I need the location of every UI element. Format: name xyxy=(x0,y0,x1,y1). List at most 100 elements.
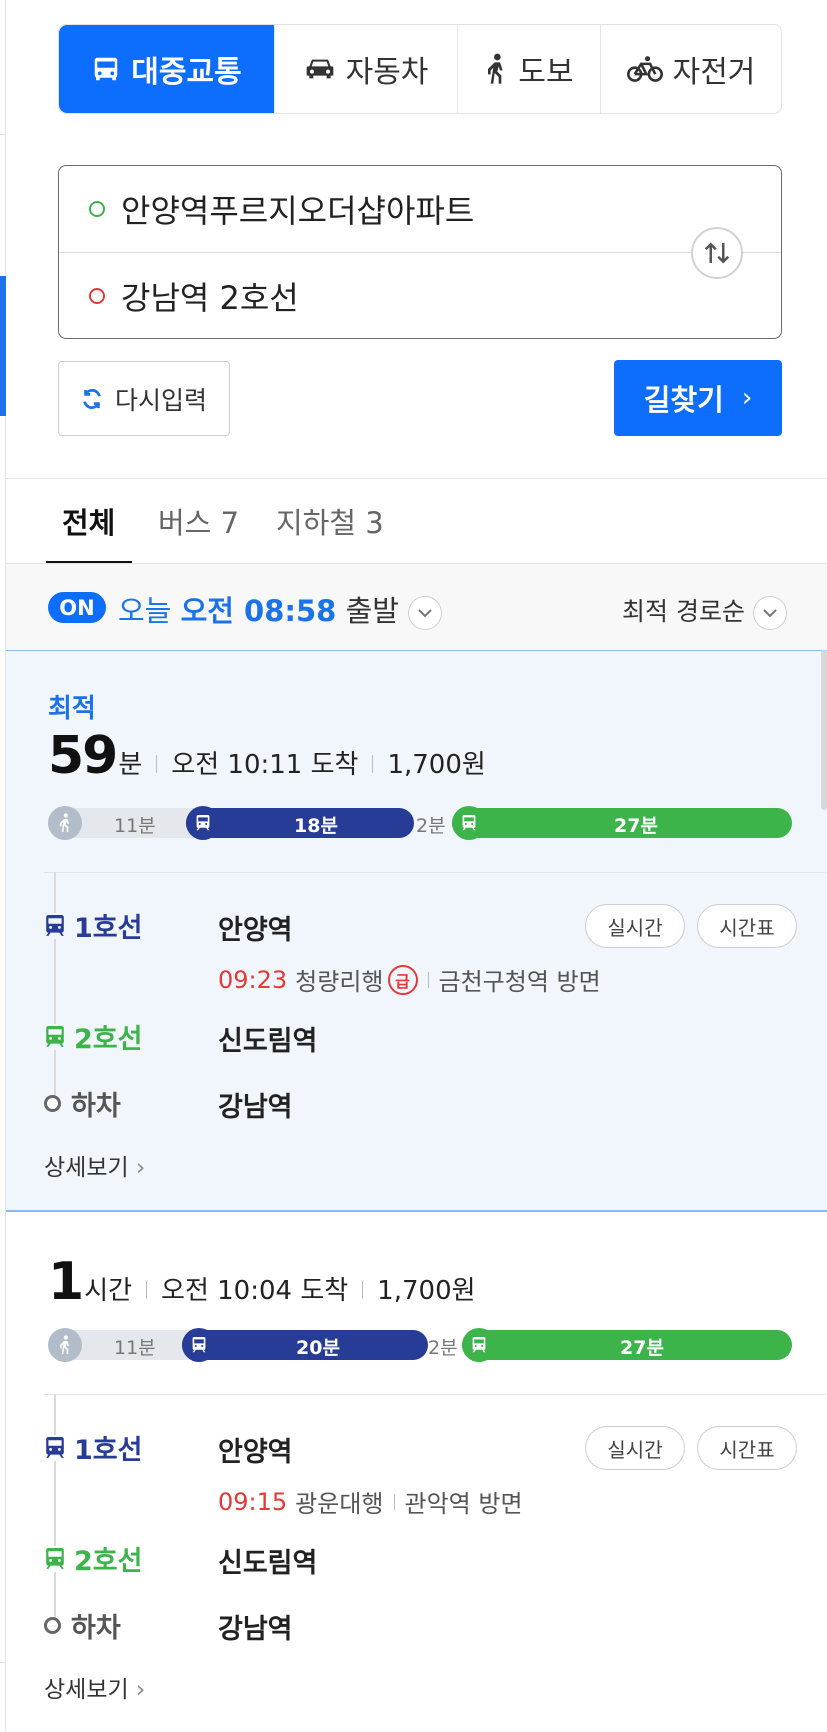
walk-icon xyxy=(48,806,82,840)
destination-text: 강남역 2호선 xyxy=(121,279,299,317)
edge-active-indicator xyxy=(0,276,6,416)
train-info: 09:23 청량리행 급 금천구청역 방면 xyxy=(218,962,601,997)
train-direction: 관악역 방면 xyxy=(404,1490,523,1518)
transport-mode-tabs: 대중교통 자동차 도보 자전거 xyxy=(58,24,782,114)
chevron-right-icon: › xyxy=(135,1677,146,1703)
line2-duration: 27분 xyxy=(620,1337,664,1359)
card-divider xyxy=(44,872,826,873)
mode-label: 도보 xyxy=(518,55,574,90)
tab-subway[interactable]: 지하철 3 xyxy=(276,500,384,542)
bike-icon xyxy=(626,56,663,82)
search-route-button[interactable]: 길찾기 › xyxy=(614,360,782,436)
swap-route-button[interactable] xyxy=(691,227,743,279)
sort-label: 최적 경로순 xyxy=(622,597,745,626)
mode-label: 대중교통 xyxy=(131,55,242,90)
line-name-text: 1호선 xyxy=(74,913,143,944)
train-destination: 청량리행 xyxy=(295,968,384,996)
on-toggle[interactable]: ON xyxy=(48,592,106,623)
walk-icon xyxy=(48,1328,82,1362)
train-info: 09:15 광운대행 관악역 방면 xyxy=(218,1484,523,1519)
card-divider xyxy=(44,1394,826,1395)
bus-icon xyxy=(95,57,118,81)
subway-icon xyxy=(452,806,486,840)
train-time: 09:15 xyxy=(218,1487,288,1516)
search-label: 길찾기 xyxy=(643,383,724,417)
mode-tab-car[interactable]: 자동차 xyxy=(275,25,458,113)
duration-number: 59 xyxy=(48,726,118,786)
departure-suffix: 출발 xyxy=(345,594,399,628)
alight-station: 강남역 xyxy=(218,1092,293,1123)
separator xyxy=(156,755,158,773)
boarding-station: 안양역 xyxy=(218,1437,293,1468)
line1-label: 1호선 xyxy=(44,1428,142,1467)
line2-label: 2호선 xyxy=(44,1017,142,1056)
walk-duration: 11분 xyxy=(114,1337,156,1359)
mode-tab-bike[interactable]: 자전거 xyxy=(601,25,781,113)
walk-icon xyxy=(488,53,504,84)
express-badge: 급 xyxy=(387,964,418,995)
mode-tab-transit[interactable]: 대중교통 xyxy=(59,25,275,113)
origin-dot-icon xyxy=(89,201,105,217)
route-timeline-bar: 11분 20분 2분 27분 xyxy=(48,1328,792,1362)
detail-text: 상세보기 xyxy=(44,1155,129,1181)
mode-tab-walk[interactable]: 도보 xyxy=(458,25,601,113)
origin-text: 안양역푸르지오더샵아파트 xyxy=(121,192,475,230)
line-name-text: 2호선 xyxy=(74,1024,143,1055)
duration-unit: 시간 xyxy=(84,1276,133,1306)
car-icon xyxy=(306,59,333,79)
subway-icon xyxy=(182,1328,216,1362)
separator xyxy=(362,1281,364,1299)
train-direction: 금천구청역 방면 xyxy=(438,968,601,996)
alight-text: 하차 xyxy=(71,1613,121,1644)
chevron-right-icon: › xyxy=(741,383,753,413)
train-time: 09:23 xyxy=(218,965,288,994)
reset-input-button[interactable]: 다시입력 xyxy=(58,361,230,436)
origin-field[interactable]: 안양역푸르지오더샵아파트 xyxy=(59,166,781,252)
subway-icon xyxy=(44,912,66,939)
fare: 1,700원 xyxy=(377,1276,476,1306)
swap-arrows-icon xyxy=(704,242,730,264)
realtime-button[interactable]: 실시간 xyxy=(585,1426,685,1470)
sort-selector[interactable]: 최적 경로순 xyxy=(622,592,787,630)
subway-icon xyxy=(186,806,220,840)
alight-circle-icon xyxy=(44,1617,61,1634)
detail-link[interactable]: 상세보기 › xyxy=(44,1148,145,1182)
transfer-station: 신도림역 xyxy=(218,1548,318,1579)
edge-divider xyxy=(0,134,6,135)
timetable-button[interactable]: 시간표 xyxy=(697,1426,797,1470)
route-summary: 1 시간 오전 10:04 도착 1,700원 xyxy=(48,1252,476,1312)
best-route-badge: 최적 xyxy=(48,694,96,724)
route-timeline-bar: 11분 18분 2분 27분 xyxy=(48,806,792,840)
train-destination: 광운대행 xyxy=(295,1490,384,1518)
line1-label: 1호선 xyxy=(44,906,142,945)
separator xyxy=(146,1281,148,1299)
subway-icon xyxy=(44,1023,66,1050)
scrollbar-thumb[interactable] xyxy=(821,650,827,810)
detail-link[interactable]: 상세보기 › xyxy=(44,1670,145,1704)
separator xyxy=(393,1493,395,1510)
destination-field[interactable]: 강남역 2호선 xyxy=(59,253,781,339)
line2-duration: 27분 xyxy=(614,815,658,837)
line1-duration: 20분 xyxy=(296,1337,340,1359)
separator xyxy=(372,755,374,773)
departure-time-selector[interactable]: 오늘 오전 08:58 출발 xyxy=(118,588,443,630)
alight-text: 하차 xyxy=(71,1091,121,1122)
duration-unit: 분 xyxy=(118,750,143,780)
route-summary: 59 분 오전 10:11 도착 1,700원 xyxy=(48,726,486,786)
timetable-button[interactable]: 시간표 xyxy=(697,904,797,948)
arrival-time: 오전 10:04 도착 xyxy=(161,1276,349,1306)
alight-circle-icon xyxy=(44,1095,61,1112)
tab-all[interactable]: 전체 xyxy=(62,500,115,542)
edge-divider xyxy=(0,1662,6,1663)
line-name-text: 1호선 xyxy=(74,1435,143,1466)
alight-station: 강남역 xyxy=(218,1614,293,1645)
realtime-button[interactable]: 실시간 xyxy=(585,904,685,948)
detail-text: 상세보기 xyxy=(44,1677,129,1703)
departure-time: 오전 08:58 xyxy=(180,594,337,628)
separator xyxy=(427,971,429,988)
tab-bus[interactable]: 버스 7 xyxy=(158,500,239,542)
transfer-duration: 2분 xyxy=(416,815,446,837)
mode-label: 자동차 xyxy=(345,55,429,90)
transfer-duration: 2분 xyxy=(428,1337,458,1359)
reset-label: 다시입력 xyxy=(114,385,207,415)
